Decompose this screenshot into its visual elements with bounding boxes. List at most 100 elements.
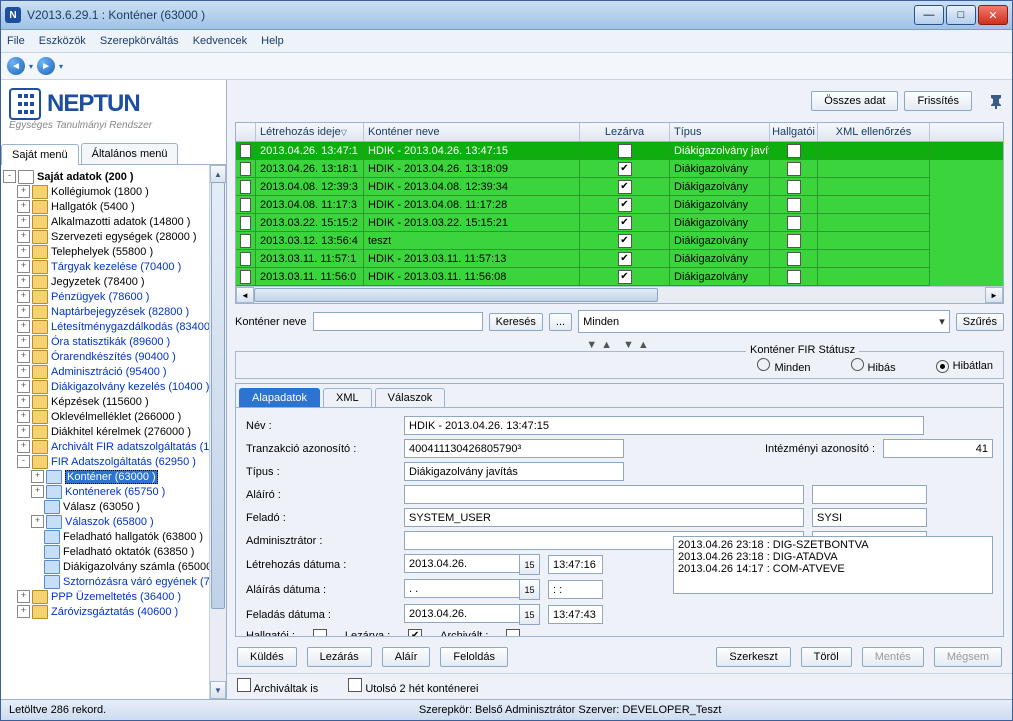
cancel-button[interactable]: Mégsem [934, 647, 1002, 667]
archived-checkbox[interactable] [506, 629, 520, 636]
nav-forward-dropdown[interactable]: ▾ [59, 62, 63, 71]
tree-expander[interactable]: + [17, 185, 30, 198]
nav-back-dropdown[interactable]: ▾ [29, 62, 33, 71]
calendar-icon[interactable]: 15 [519, 554, 540, 575]
tree-item[interactable]: +Képzések (115600 ) [3, 394, 224, 409]
all-data-button[interactable]: Összes adat [811, 91, 898, 111]
tree-item[interactable]: Válasz (63050 ) [3, 499, 224, 514]
tree-expander[interactable]: + [17, 590, 30, 603]
tree-item[interactable]: +Konténerek (65750 ) [3, 484, 224, 499]
calendar-icon[interactable]: 15 [519, 579, 540, 600]
tree-expander[interactable]: + [17, 335, 30, 348]
signed-date-field[interactable]: . . [404, 579, 519, 598]
pin-icon[interactable] [988, 93, 1004, 109]
save-button[interactable]: Mentés [862, 647, 924, 667]
closed-checkbox[interactable]: ✔ [408, 629, 422, 636]
row-checkbox[interactable] [240, 234, 251, 248]
menu-favorites[interactable]: Kedvencek [193, 35, 247, 47]
scroll-left-icon[interactable]: ◄ [236, 287, 254, 303]
tree-item[interactable]: +Konténer (63000 ) [3, 469, 224, 484]
sender-code-field[interactable]: SYSI [812, 508, 927, 527]
grid-hscroll[interactable]: ◄ ► [236, 286, 1003, 303]
table-row[interactable]: 2013.04.26. 13:47:1HDIK - 2013.04.26. 13… [236, 142, 1003, 160]
nav-back-button[interactable]: ◄ [7, 57, 25, 75]
institution-field[interactable]: 41 [883, 439, 993, 458]
search-more-button[interactable]: ... [549, 313, 572, 331]
tab-base[interactable]: Alapadatok [239, 388, 320, 407]
tree-item[interactable]: Feladható oktatók (63850 ) [3, 544, 224, 559]
table-row[interactable]: 2013.03.12. 13:56:4teszt✔Diákigazolvány [236, 232, 1003, 250]
send-button[interactable]: Küldés [237, 647, 297, 667]
splitter[interactable]: ▼▲ ▼▲ [227, 339, 1012, 351]
tree-expander[interactable]: - [17, 455, 30, 468]
tree-item[interactable]: +PPP Üzemeltetés (36400 ) [3, 589, 224, 604]
tree-item[interactable]: +Telephelyek (55800 ) [3, 244, 224, 259]
last-2-weeks-checkbox[interactable]: Utolsó 2 hét konténerei [348, 678, 478, 695]
tree-item[interactable]: +Pénzügyek (78600 ) [3, 289, 224, 304]
transaction-field[interactable]: 400411130426805790³ [404, 439, 624, 458]
tree-expander[interactable]: + [17, 245, 30, 258]
posted-time-field[interactable]: 13:47:43 [548, 605, 603, 624]
tree-item[interactable]: Feladható hallgatók (63800 ) [3, 529, 224, 544]
fir-radio-good[interactable]: Hibátlan [936, 360, 993, 373]
tree-expander[interactable]: + [17, 320, 30, 333]
grid-header-user[interactable]: Hallgatói [770, 123, 818, 141]
refresh-button[interactable]: Frissítés [904, 91, 972, 111]
tree-item[interactable]: -Saját adatok (200 ) [3, 169, 224, 184]
row-checkbox[interactable] [240, 180, 251, 194]
table-row[interactable]: 2013.03.11. 11:57:1HDIK - 2013.03.11. 11… [236, 250, 1003, 268]
edit-button[interactable]: Szerkeszt [716, 647, 790, 667]
tree-item[interactable]: Diákigazolvány számla (65000 ) [3, 559, 224, 574]
tree-expander[interactable]: + [17, 365, 30, 378]
grid-header-date[interactable]: Létrehozás ideje [256, 123, 364, 141]
maximize-button[interactable]: □ [946, 5, 976, 25]
nav-forward-button[interactable]: ► [37, 57, 55, 75]
signed-time-field[interactable]: : : [548, 580, 603, 599]
tree-item[interactable]: +Záróvizsgáztatás (40600 ) [3, 604, 224, 619]
scroll-right-icon[interactable]: ► [985, 287, 1003, 303]
row-checkbox[interactable] [240, 162, 251, 176]
tree-expander[interactable]: + [17, 380, 30, 393]
tree-item[interactable]: +Diákigazolvány kezelés (10400 ) [3, 379, 224, 394]
row-checkbox[interactable] [240, 252, 251, 266]
grid-header-xml[interactable]: XML ellenőrzés [818, 123, 930, 141]
tree-item[interactable]: +Oklevélmelléklet (266000 ) [3, 409, 224, 424]
archived-too-checkbox[interactable]: Archiváltak is [237, 678, 318, 695]
signer-field[interactable] [404, 485, 804, 504]
filter-select[interactable]: Minden [578, 310, 950, 333]
table-row[interactable]: 2013.04.08. 11:17:3HDIK - 2013.04.08. 11… [236, 196, 1003, 214]
created-date-field[interactable]: 2013.04.26. [404, 554, 519, 573]
grid-header-type[interactable]: Típus [670, 123, 770, 141]
tree-expander[interactable]: + [17, 605, 30, 618]
tree-item[interactable]: Sztornózásra váró egyének (7...) [3, 574, 224, 589]
tree-item[interactable]: +Jegyzetek (78400 ) [3, 274, 224, 289]
tree-item[interactable]: +Tárgyak kezelése (70400 ) [3, 259, 224, 274]
tree-expander[interactable]: + [17, 230, 30, 243]
tree-expander[interactable]: + [17, 200, 30, 213]
side-tab-general[interactable]: Általános menü [81, 143, 179, 164]
grid-header-closed[interactable]: Lezárva [580, 123, 670, 141]
grid-header-checkbox[interactable] [236, 123, 256, 141]
tree-item[interactable]: +Alkalmazotti adatok (14800 ) [3, 214, 224, 229]
tree-item[interactable]: +Naptárbejegyzések (82800 ) [3, 304, 224, 319]
filter-button[interactable]: Szűrés [956, 313, 1004, 331]
close-button[interactable]: ✕ [978, 5, 1008, 25]
table-row[interactable]: 2013.04.08. 12:39:3HDIK - 2013.04.08. 12… [236, 178, 1003, 196]
tree-expander[interactable]: + [17, 215, 30, 228]
row-checkbox[interactable] [240, 144, 251, 158]
tree-expander[interactable]: - [3, 170, 16, 183]
row-checkbox[interactable] [240, 270, 251, 284]
tree-expander[interactable]: + [17, 425, 30, 438]
table-row[interactable]: 2013.03.11. 11:56:0HDIK - 2013.03.11. 11… [236, 268, 1003, 286]
tree-item[interactable]: +Archivált FIR adatszolgáltatás (14...) [3, 439, 224, 454]
signer-code-field[interactable] [812, 485, 927, 504]
menu-roleswitch[interactable]: Szerepkörváltás [100, 35, 179, 47]
tree-item[interactable]: +Válaszok (65800 ) [3, 514, 224, 529]
side-tab-own[interactable]: Saját menü [1, 144, 79, 165]
sign-button[interactable]: Aláír [382, 647, 431, 667]
grid-header-name[interactable]: Konténer neve [364, 123, 580, 141]
tab-xml[interactable]: XML [323, 388, 372, 407]
tree-expander[interactable]: + [17, 440, 30, 453]
tree-expander[interactable]: + [17, 260, 30, 273]
delete-button[interactable]: Töröl [801, 647, 852, 667]
